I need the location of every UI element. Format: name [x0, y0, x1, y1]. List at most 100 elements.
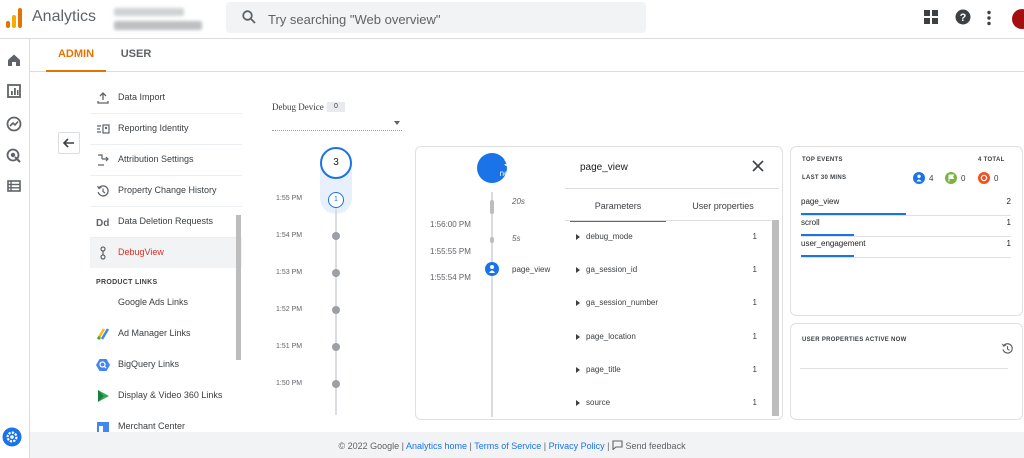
svg-text:Dd: Dd — [96, 218, 109, 229]
nav-scrollbar[interactable] — [236, 215, 241, 360]
expand-arrow-icon — [576, 234, 580, 240]
close-icon[interactable] — [752, 160, 764, 172]
footer-separator: | — [607, 441, 610, 451]
upload-icon — [97, 92, 109, 104]
error-chip-icon — [978, 172, 990, 184]
nav-item-label: Google Ads Links — [118, 297, 189, 307]
analytics-home-link[interactable]: Analytics home — [406, 441, 467, 451]
nav-item-merchant-center[interactable]: Merchant Center — [90, 412, 242, 432]
nav-item-label: Reporting Identity — [118, 123, 189, 133]
collapse-button[interactable] — [58, 132, 80, 154]
param-row[interactable]: ga_session_number 1 — [573, 295, 769, 315]
tab-parameters[interactable]: Parameters — [570, 196, 666, 222]
minute-current-count[interactable]: 1 — [328, 192, 344, 208]
param-name: source — [586, 398, 611, 407]
explore-icon[interactable] — [5, 115, 23, 133]
minute-dot[interactable] — [332, 380, 340, 388]
tab-user-properties[interactable]: User properties — [674, 196, 772, 220]
nav-item-label: Property Change History — [118, 185, 217, 195]
nav-item-label: Ad Manager Links — [118, 328, 191, 338]
reports-icon[interactable] — [5, 82, 23, 100]
expand-arrow-icon — [576, 334, 580, 340]
top-event-row[interactable]: user_engagement 1 — [801, 236, 1011, 258]
search-input[interactable] — [266, 8, 630, 30]
feedback-icon[interactable] — [612, 440, 623, 451]
top-event-row[interactable]: page_view 2 — [801, 194, 1011, 216]
minute-time: 1:54 PM — [276, 232, 303, 239]
tab-user[interactable]: USER — [114, 39, 158, 70]
minute-dot[interactable] — [332, 343, 340, 351]
tab-divider — [565, 220, 771, 221]
param-value: 1 — [752, 298, 757, 307]
configure-icon[interactable] — [5, 177, 23, 195]
top-event-row[interactable]: scroll 1 — [801, 215, 1011, 237]
privacy-link[interactable]: Privacy Policy — [549, 441, 605, 451]
param-row[interactable]: page_title 1 — [573, 362, 769, 382]
minute-time: 1:53 PM — [276, 269, 303, 276]
account-selector[interactable] — [114, 6, 208, 32]
tab-admin[interactable]: ADMIN — [46, 39, 106, 72]
nav-item-label: Data Deletion Requests — [118, 216, 214, 226]
event-person-icon[interactable] — [485, 262, 499, 276]
more-vert-icon[interactable] — [986, 10, 992, 26]
param-value: 1 — [752, 365, 757, 374]
reporting-identity-icon — [97, 124, 110, 134]
advertising-icon[interactable] — [5, 147, 23, 165]
minute-dot[interactable] — [332, 269, 340, 277]
param-row[interactable]: ga_session_id 1 — [573, 262, 769, 282]
top-event-count: 1 — [1006, 218, 1011, 227]
debug-device-count: 0 — [327, 102, 345, 112]
help-icon[interactable]: ? — [955, 9, 971, 25]
seconds-stream-line — [491, 192, 493, 417]
nav-item-bigquery-links[interactable]: BigQuery Links — [90, 350, 242, 380]
nav-item-data-import[interactable]: Data Import — [90, 83, 242, 114]
apps-grid-icon[interactable] — [924, 10, 938, 24]
expand-arrow-icon — [576, 400, 580, 406]
param-name: ga_session_number — [586, 298, 659, 307]
params-scrollbar[interactable] — [772, 220, 779, 416]
debug-icon — [100, 246, 106, 260]
param-row[interactable]: debug_mode 1 — [573, 229, 769, 249]
attribution-icon — [98, 154, 109, 166]
history-icon[interactable] — [1001, 342, 1014, 355]
expand-arrow-icon — [576, 367, 580, 373]
minute-dot[interactable] — [332, 306, 340, 314]
ad-manager-icon — [96, 328, 110, 340]
svg-text:?: ? — [960, 12, 967, 24]
event-label[interactable]: page_view — [512, 265, 550, 274]
nav-item-label: Merchant Center — [118, 421, 186, 431]
user-properties-divider — [800, 368, 1008, 369]
param-row[interactable]: source 1 — [573, 395, 769, 415]
minute-dot[interactable] — [332, 232, 340, 240]
top-events-range: LAST 30 MINS — [802, 175, 847, 181]
param-value: 1 — [752, 398, 757, 407]
nav-item-reporting-identity[interactable]: Reporting Identity — [90, 114, 242, 145]
nav-item-attribution-settings[interactable]: Attribution Settings — [90, 145, 242, 176]
debug-device-select[interactable] — [272, 118, 402, 131]
new-events-bubble[interactable]: 3 new — [477, 153, 514, 183]
nav-item-google-ads-links[interactable]: Google Ads Links — [90, 288, 242, 318]
nav-item-property-change-history[interactable]: Property Change History — [90, 176, 242, 207]
terms-link[interactable]: Terms of Service — [474, 441, 541, 451]
flag-count: 0 — [961, 174, 966, 183]
minute-stream-total[interactable]: 3 — [320, 147, 352, 179]
new-events-text: new — [499, 169, 515, 178]
analytics-logo-icon[interactable] — [6, 8, 22, 28]
send-feedback-link[interactable]: Send feedback — [626, 441, 686, 451]
seconds-gap: 20s — [512, 197, 525, 206]
top-event-count: 1 — [1006, 239, 1011, 248]
home-icon[interactable] — [5, 51, 23, 69]
nav-item-label: BigQuery Links — [118, 359, 180, 369]
nav-item-ad-manager-links[interactable]: Ad Manager Links — [90, 319, 242, 349]
nav-item-debugview[interactable]: DebugView — [90, 238, 242, 268]
search-bar[interactable] — [226, 2, 646, 33]
top-event-name: page_view — [801, 197, 840, 206]
expand-arrow-icon — [576, 267, 580, 273]
seconds-time: 1:55:54 PM — [430, 273, 471, 282]
user-properties-title: USER PROPERTIES ACTIVE NOW — [802, 337, 907, 343]
param-value: 1 — [752, 332, 757, 341]
gap-marker — [490, 237, 494, 243]
param-row[interactable]: page_location 1 — [573, 329, 769, 349]
nav-item-data-deletion-requests[interactable]: Dd Data Deletion Requests — [90, 207, 242, 238]
nav-item-display-video-360-links[interactable]: Display & Video 360 Links — [90, 381, 242, 411]
